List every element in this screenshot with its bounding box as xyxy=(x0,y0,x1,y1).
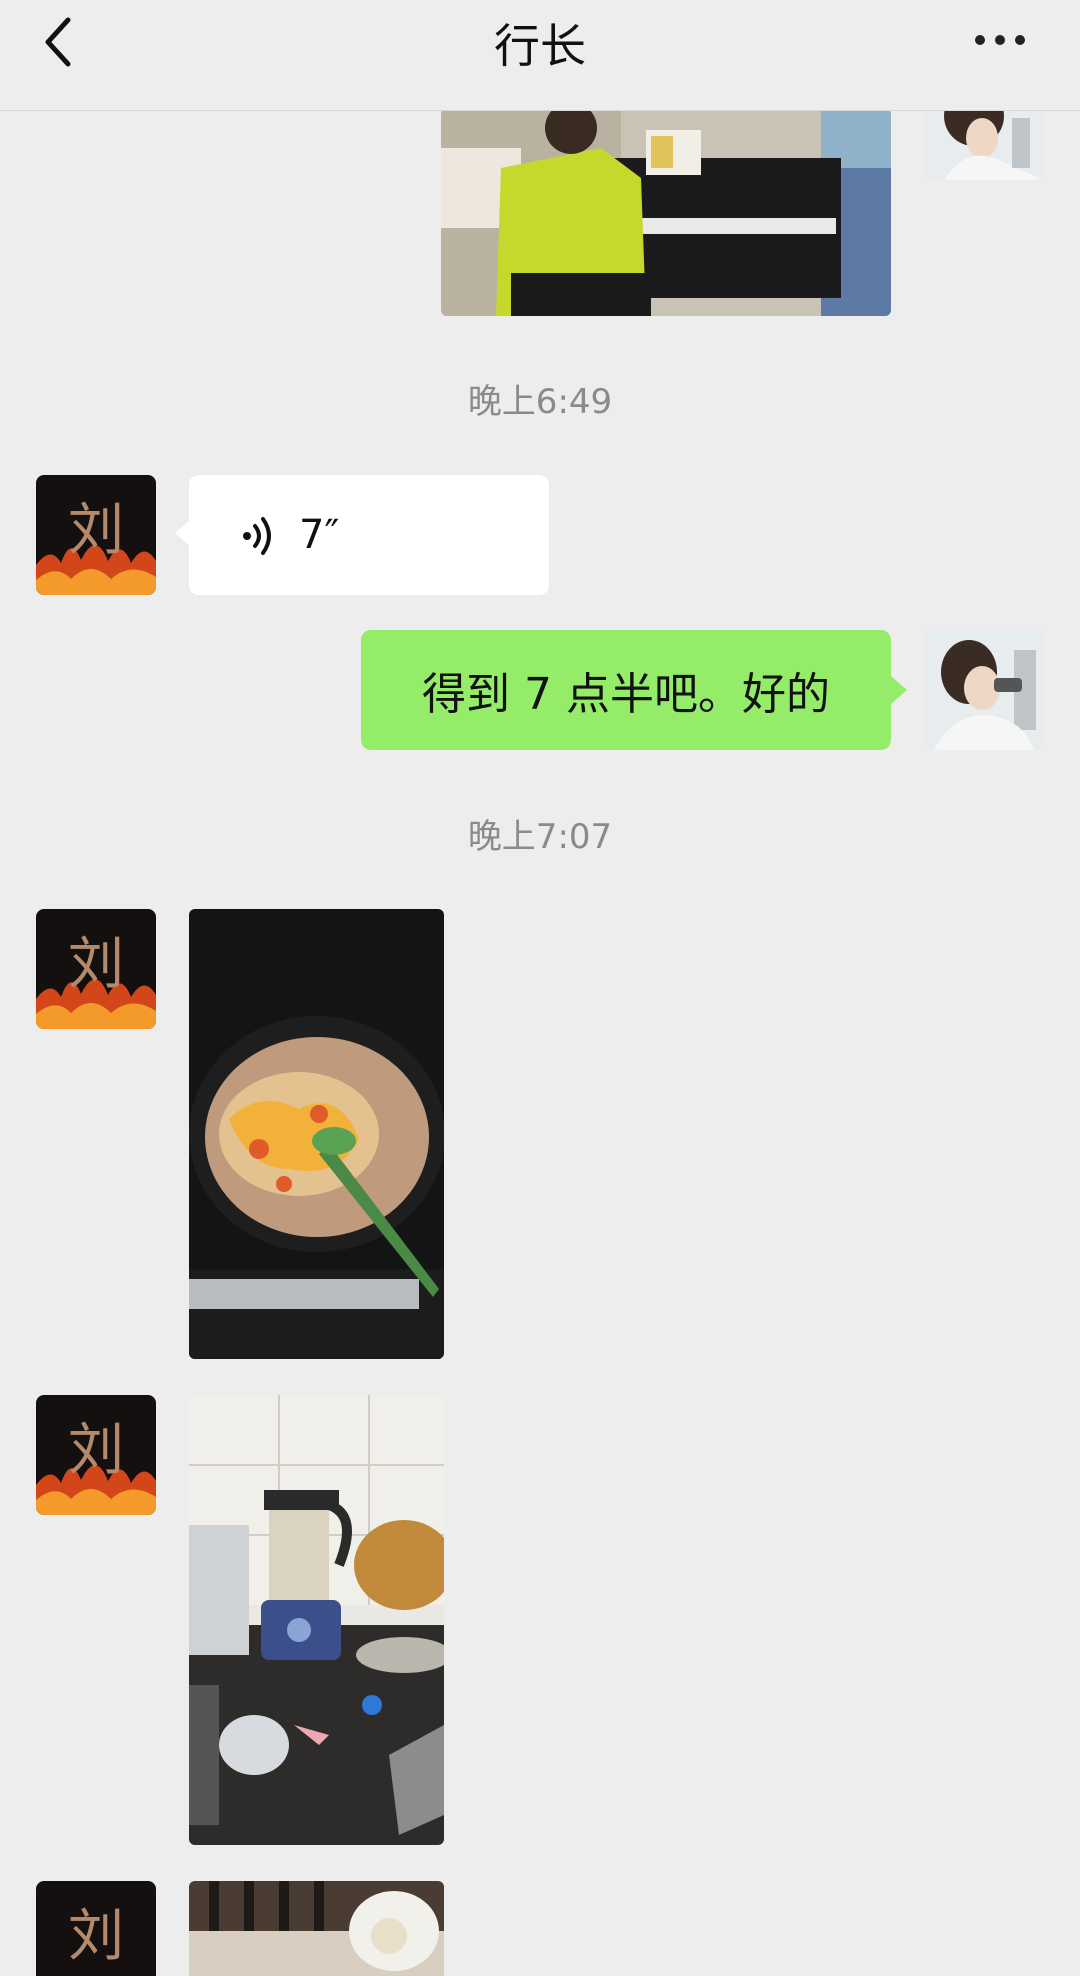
chat-title: 行长 xyxy=(494,19,586,73)
timestamp: 晚上6:49 xyxy=(467,382,613,422)
image-message-kitchen[interactable] xyxy=(189,1395,444,1845)
svg-text:刘: 刘 xyxy=(68,1418,124,1483)
sent-message-bubble[interactable]: 得到 7 点半吧。好的 xyxy=(361,630,907,750)
svg-text:刘: 刘 xyxy=(68,1904,124,1969)
svg-text:刘: 刘 xyxy=(68,498,124,563)
contact-avatar[interactable]: 刘 xyxy=(36,475,156,595)
contact-avatar[interactable]: 刘 xyxy=(36,909,156,1029)
chat-header: 行长 xyxy=(0,0,1080,111)
contact-avatar[interactable]: 刘 xyxy=(36,1395,156,1515)
image-message-cooking[interactable] xyxy=(189,909,444,1359)
timestamp: 晚上7:07 xyxy=(467,817,613,857)
voice-message-bubble[interactable]: 7″ xyxy=(175,475,549,595)
svg-text:刘: 刘 xyxy=(68,932,124,997)
chat-area: 晚上6:49 刘 7″ 得到 7 点半吧。好的 晚上7:07 刘 刘 刘 xyxy=(0,0,1080,1976)
my-avatar[interactable] xyxy=(924,108,1044,180)
my-avatar[interactable] xyxy=(924,630,1044,750)
image-message-piano[interactable] xyxy=(441,108,891,316)
contact-avatar[interactable]: 刘 xyxy=(36,1881,156,1976)
voice-icon xyxy=(241,515,277,568)
image-message-table[interactable] xyxy=(189,1881,444,1976)
voice-duration: 7″ xyxy=(299,512,340,558)
more-icon[interactable] xyxy=(970,22,1030,58)
sent-message-text: 得到 7 点半吧。好的 xyxy=(422,669,830,720)
